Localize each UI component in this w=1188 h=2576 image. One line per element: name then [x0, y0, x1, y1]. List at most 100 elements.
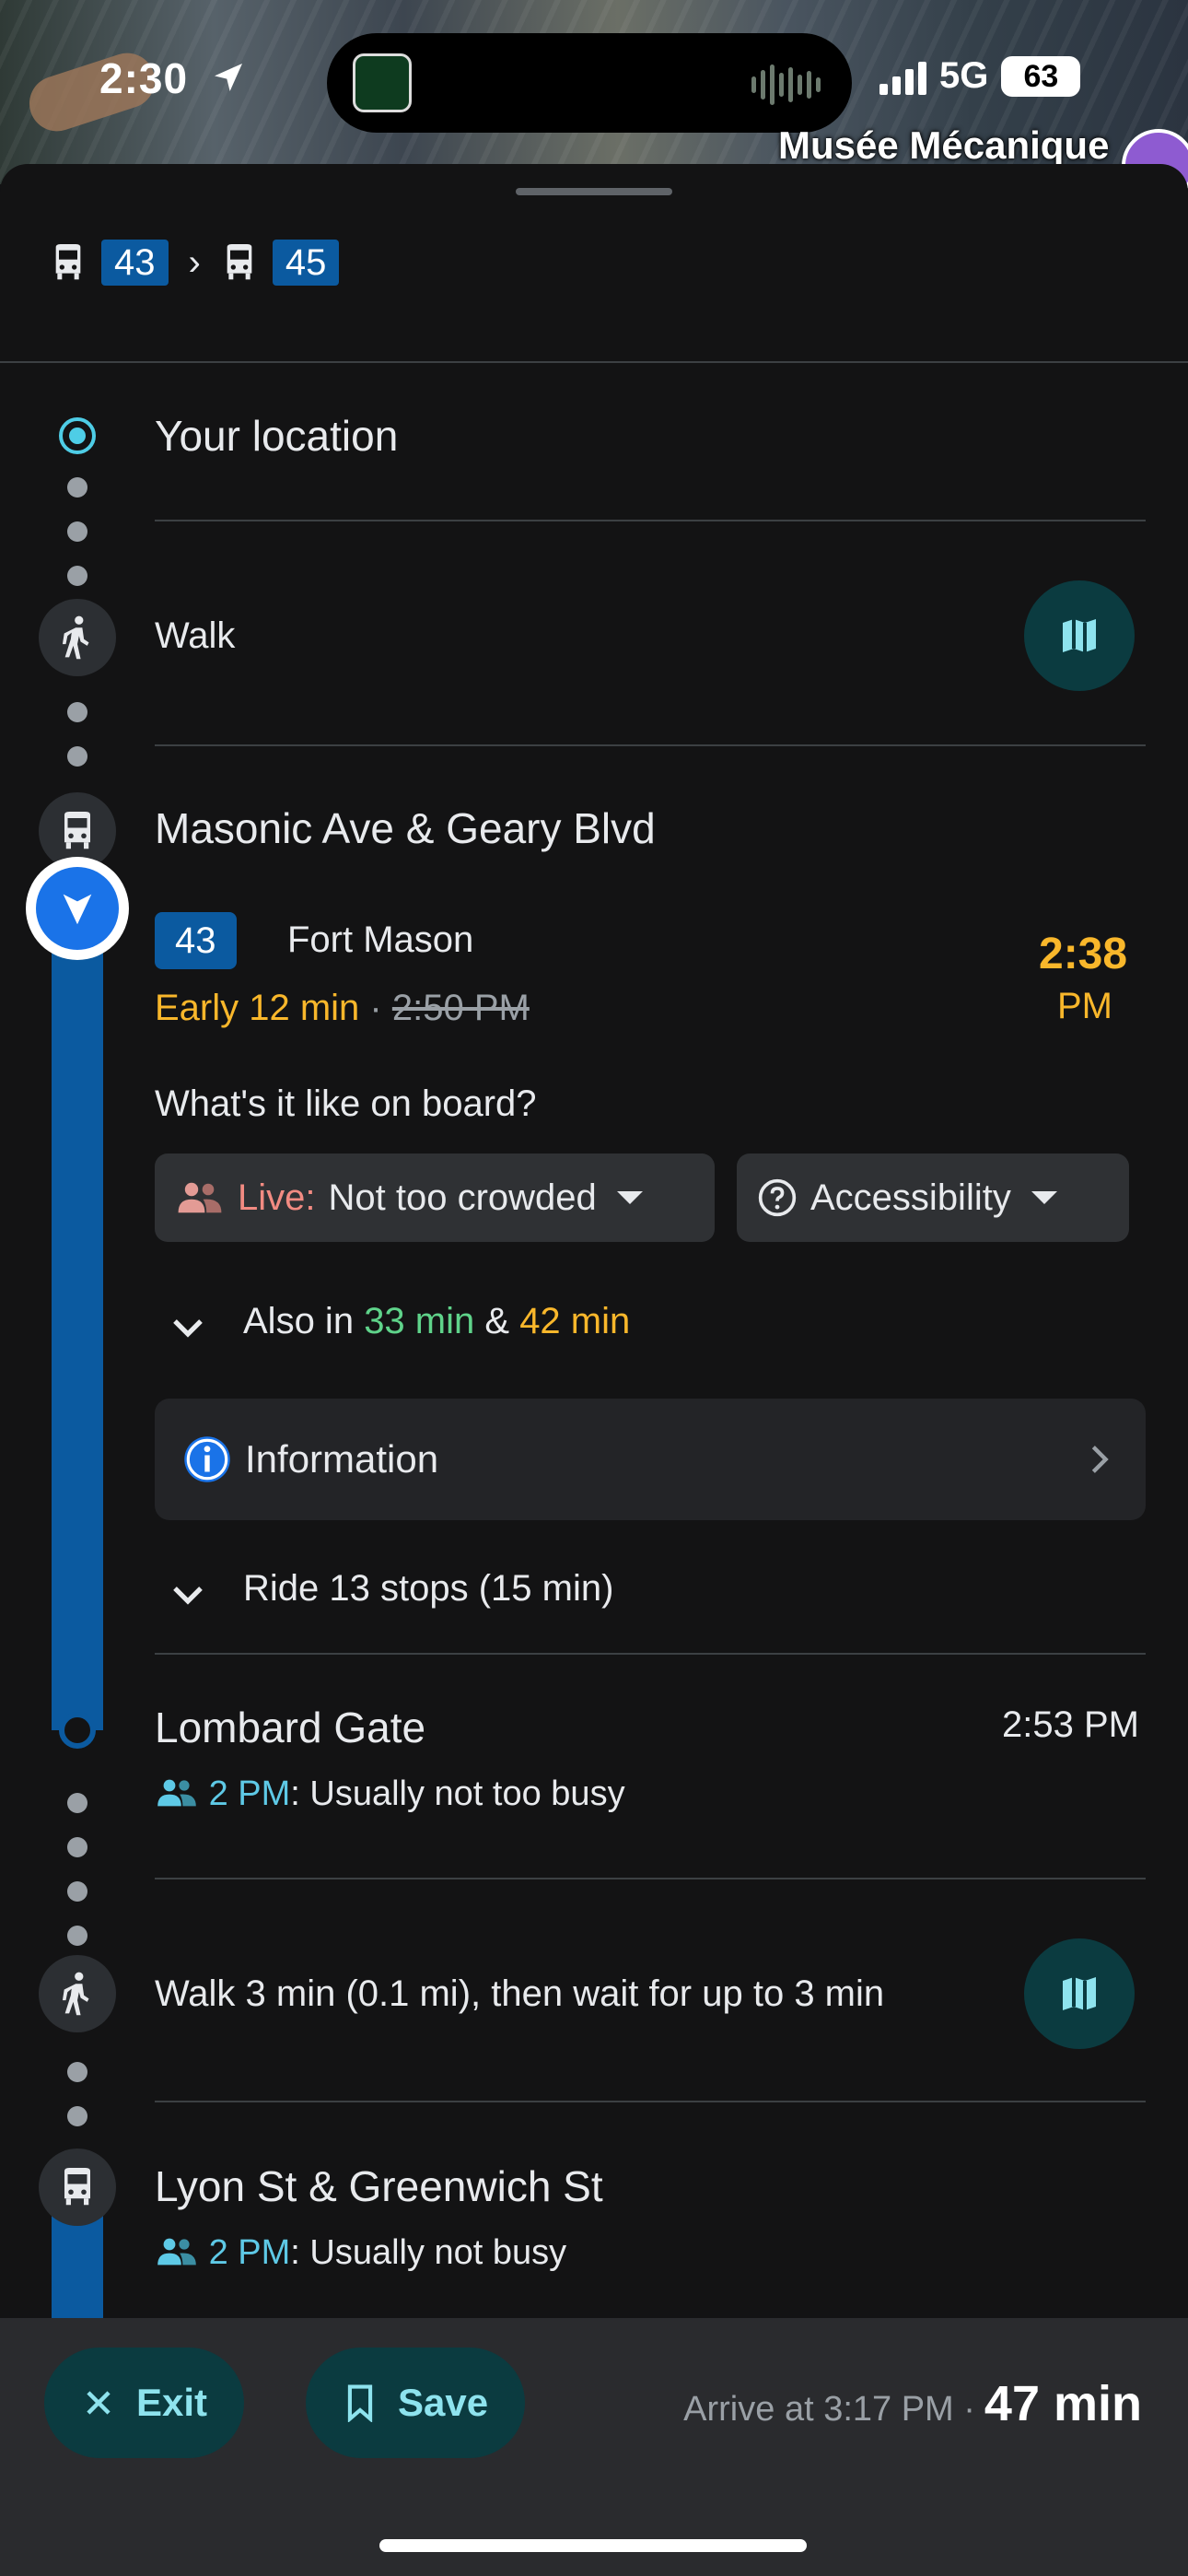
- alight-stop-marker: [59, 1712, 96, 1749]
- bus-icon: [227, 244, 252, 280]
- timeline-dot: [67, 1881, 87, 1902]
- directions-sheet: 43 › 45 Your location Walk Masonic Ave &…: [0, 164, 1188, 2576]
- crowding-value: Not too crowded: [328, 1177, 597, 1218]
- timeline-dot: [67, 1926, 87, 1946]
- realtime-status: Early 12 min · 2:50 PM: [155, 988, 530, 1029]
- scheduled-time: 2:50 PM: [391, 988, 530, 1028]
- alight-time: 2:53 PM: [1002, 1704, 1139, 1745]
- exit-button[interactable]: Exit: [44, 2348, 245, 2458]
- busy-time: 2 PM: [208, 1774, 291, 1813]
- departure-time: 2:38: [1039, 930, 1128, 978]
- ride-stops-label[interactable]: Ride 13 stops (15 min): [243, 1568, 613, 1610]
- status-separator: ·: [359, 988, 392, 1028]
- help-circle-icon: [758, 1178, 797, 1217]
- transfer-walk-label[interactable]: Walk 3 min (0.1 mi), then wait for up to…: [155, 1973, 884, 2015]
- timeline-dot: [67, 2062, 87, 2082]
- busy-time: 2 PM: [208, 2233, 291, 2272]
- early-status: Early 12 min: [155, 988, 360, 1028]
- bus-route-badge[interactable]: 43: [155, 912, 237, 969]
- divider: [155, 744, 1146, 746]
- next-stop-name[interactable]: Lyon St & Greenwich St: [155, 2161, 603, 2211]
- bus-icon: [64, 812, 90, 849]
- status-indicators: 5G 63: [879, 55, 1081, 97]
- save-button[interactable]: Save: [306, 2348, 526, 2458]
- people-icon: [178, 1182, 222, 1213]
- info-icon: [184, 1436, 230, 1482]
- divider: [155, 1653, 1146, 1655]
- busy-text: : Usually not too busy: [290, 1774, 625, 1813]
- divider: [155, 2101, 1146, 2102]
- map-place-label[interactable]: Musée Mécanique: [778, 123, 1109, 168]
- walk-map-button[interactable]: [1024, 580, 1135, 691]
- walk-node: [39, 1955, 116, 2032]
- walk-node: [39, 599, 116, 676]
- people-icon: [157, 1779, 196, 1807]
- also-in-first: 33 min: [364, 1301, 475, 1341]
- also-in-amp: &: [484, 1301, 510, 1341]
- dropdown-caret-icon: [1031, 1191, 1057, 1204]
- battery-icon: 63: [1001, 55, 1081, 97]
- walk-icon: [62, 615, 89, 660]
- arrival-time: Arrive at 3:17 PM ·: [683, 2390, 975, 2429]
- audio-waveform-icon: [751, 64, 821, 105]
- map-icon: [1063, 619, 1096, 652]
- timeline-dot: [67, 566, 87, 586]
- trip-duration: 47 min: [984, 2376, 1142, 2431]
- transfer-map-button[interactable]: [1024, 1938, 1135, 2049]
- route-summary: 43 › 45: [50, 240, 340, 286]
- timeline-dot: [67, 702, 87, 722]
- origin-marker-icon: [59, 417, 96, 454]
- chevron-down-icon[interactable]: [166, 1574, 210, 1618]
- departure-ampm: PM: [1057, 986, 1112, 1026]
- also-in-row[interactable]: Also in 33 min & 42 min: [243, 1301, 630, 1342]
- timeline-dot: [67, 1793, 87, 1813]
- crowding-live-label: Live:: [238, 1177, 316, 1218]
- information-card[interactable]: Information: [155, 1399, 1146, 1520]
- cellular-signal-icon: [879, 58, 926, 95]
- arrival-summary: Arrive at 3:17 PM · 47 min: [683, 2375, 1142, 2432]
- crowding-chip[interactable]: Live: Not too crowded: [155, 1153, 715, 1242]
- island-app-icon: [353, 53, 412, 112]
- walk-icon: [62, 1972, 89, 2016]
- alight-busyness: 2 PM: Usually not too busy: [155, 1774, 625, 1814]
- boarding-stop-name[interactable]: Masonic Ave & Geary Blvd: [155, 803, 656, 853]
- route-badge: 43: [101, 240, 169, 286]
- bottom-action-bar: Exit Save Arrive at 3:17 PM · 47 min: [0, 2318, 1188, 2576]
- also-in-second: 42 min: [519, 1301, 631, 1341]
- close-icon: [87, 2391, 111, 2415]
- navigation-arrow-icon: [63, 894, 92, 925]
- onboard-question: What's it like on board?: [155, 1083, 537, 1124]
- bus-headsign: Fort Mason: [287, 919, 474, 960]
- accessibility-label: Accessibility: [810, 1177, 1011, 1218]
- status-time: 2:30: [99, 54, 189, 102]
- divider: [0, 361, 1188, 363]
- dynamic-island: [327, 33, 852, 133]
- information-label: Information: [245, 1437, 439, 1481]
- network-type: 5G: [939, 55, 989, 96]
- origin-label[interactable]: Your location: [155, 411, 398, 461]
- chevron-right-icon: [1091, 1446, 1109, 1473]
- timeline-dot: [67, 1837, 87, 1857]
- bookmark-icon: [347, 2384, 373, 2422]
- chevron-down-icon[interactable]: [166, 1306, 210, 1351]
- location-services-icon: [215, 64, 242, 91]
- next-stop-busyness: 2 PM: Usually not busy: [155, 2233, 566, 2273]
- timeline-dot: [67, 521, 87, 542]
- timeline-dot: [67, 477, 87, 498]
- sheet-drag-handle[interactable]: [516, 188, 672, 195]
- people-icon: [157, 2238, 196, 2266]
- timeline-dot: [67, 746, 87, 767]
- walk-step-label[interactable]: Walk: [155, 615, 235, 657]
- home-indicator[interactable]: [379, 2539, 807, 2552]
- bus-stop-node: [39, 2149, 116, 2226]
- save-label: Save: [398, 2381, 489, 2424]
- divider: [155, 1878, 1146, 1879]
- ride-route-line: [52, 901, 103, 1730]
- accessibility-chip[interactable]: Accessibility: [737, 1153, 1129, 1242]
- bus-icon: [64, 2168, 90, 2206]
- route-separator: ›: [188, 241, 201, 283]
- map-icon: [1063, 1977, 1096, 2010]
- busy-text: : Usually not busy: [290, 2233, 567, 2272]
- alight-stop-name[interactable]: Lombard Gate: [155, 1703, 425, 1752]
- exit-label: Exit: [136, 2381, 208, 2424]
